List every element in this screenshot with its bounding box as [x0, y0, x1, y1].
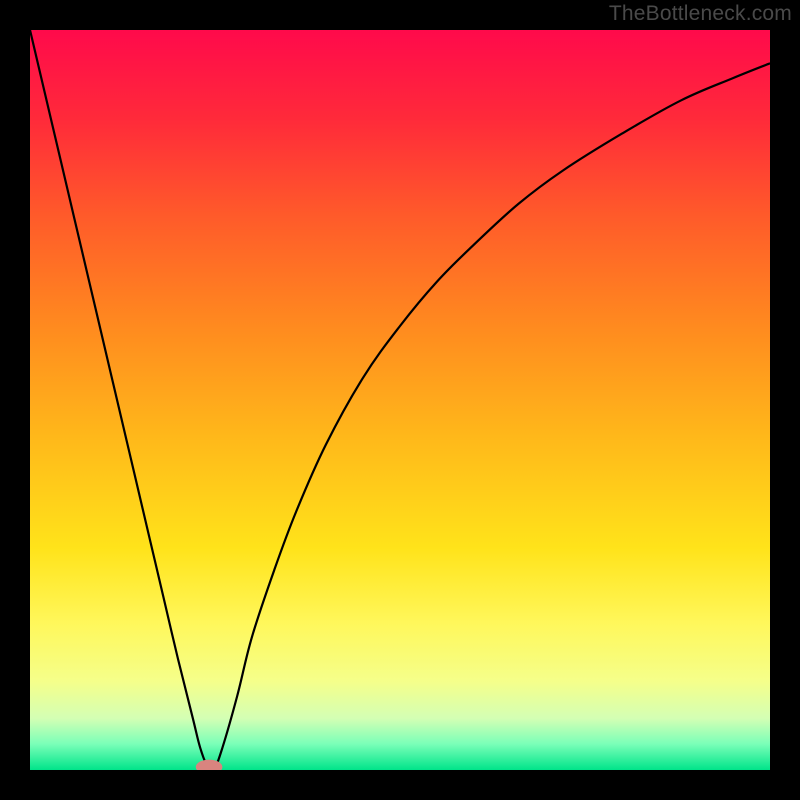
chart-svg	[30, 30, 770, 770]
chart-frame: TheBottleneck.com	[0, 0, 800, 800]
watermark-text: TheBottleneck.com	[609, 2, 792, 26]
gradient-background	[30, 30, 770, 770]
plot-area	[30, 30, 770, 770]
